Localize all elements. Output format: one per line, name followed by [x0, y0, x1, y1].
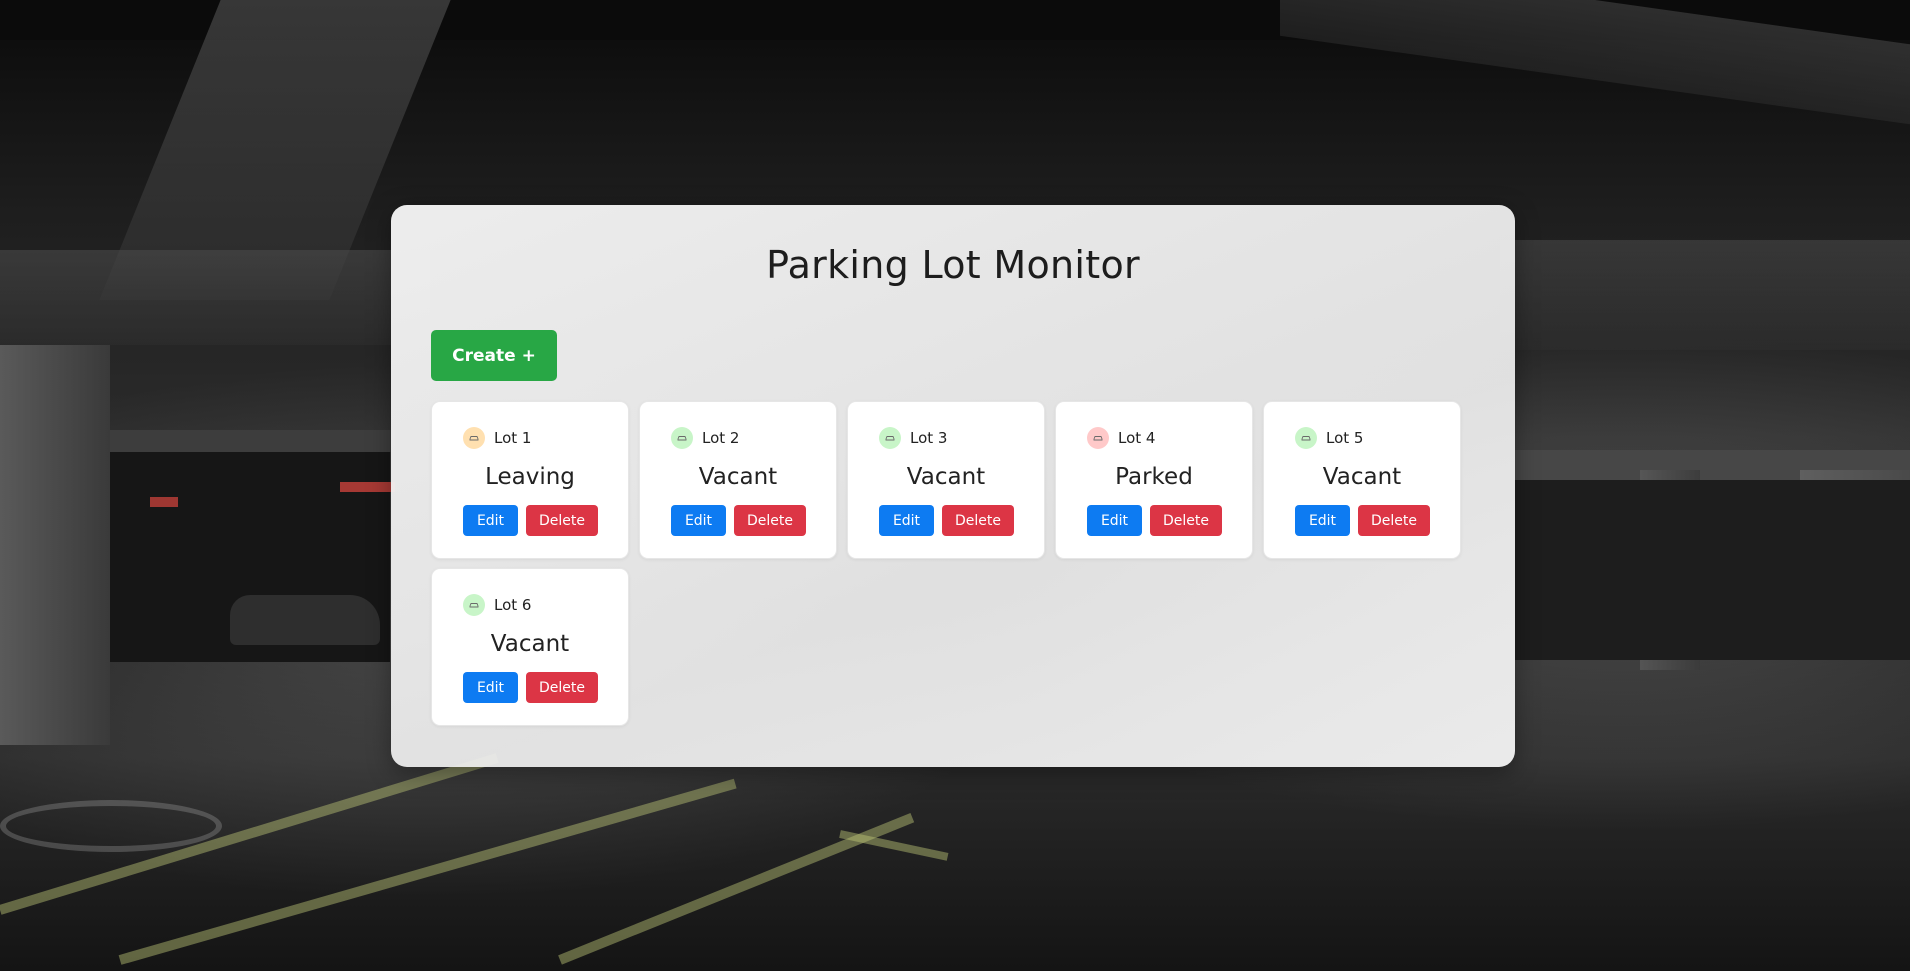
page-title: Parking Lot Monitor — [766, 243, 1140, 287]
car-icon — [1093, 436, 1103, 441]
lot-status: Parked — [1115, 464, 1193, 490]
car-icon — [469, 436, 479, 441]
status-indicator — [671, 427, 693, 449]
edit-button[interactable]: Edit — [1087, 505, 1142, 536]
delete-button[interactable]: Delete — [942, 505, 1014, 536]
edit-button[interactable]: Edit — [463, 505, 518, 536]
lot-card: Lot 1 Leaving Edit Delete — [431, 401, 629, 559]
lot-status: Vacant — [698, 464, 778, 490]
lot-header: Lot 1 — [463, 427, 531, 449]
car-icon — [1301, 436, 1311, 441]
edit-button[interactable]: Edit — [1295, 505, 1350, 536]
status-indicator — [1087, 427, 1109, 449]
lot-header: Lot 4 — [1087, 427, 1155, 449]
lot-status: Leaving — [485, 464, 575, 490]
car-icon — [469, 603, 479, 608]
lot-name: Lot 2 — [702, 429, 740, 447]
status-indicator — [879, 427, 901, 449]
lot-header: Lot 3 — [879, 427, 947, 449]
edit-button[interactable]: Edit — [879, 505, 934, 536]
lot-actions: Edit Delete — [1087, 505, 1222, 536]
car-icon — [885, 436, 895, 441]
lot-actions: Edit Delete — [463, 672, 598, 703]
lot-name: Lot 1 — [494, 429, 532, 447]
status-indicator — [463, 427, 485, 449]
lot-card: Lot 3 Vacant Edit Delete — [847, 401, 1045, 559]
lot-header: Lot 5 — [1295, 427, 1363, 449]
lot-grid: Lot 1 Leaving Edit Delete Lot 2 Vacant E… — [431, 401, 1471, 726]
lot-name: Lot 6 — [494, 596, 532, 614]
lot-name: Lot 4 — [1118, 429, 1156, 447]
lot-actions: Edit Delete — [1295, 505, 1430, 536]
lot-header: Lot 2 — [671, 427, 739, 449]
edit-button[interactable]: Edit — [671, 505, 726, 536]
lot-status: Vacant — [1322, 464, 1402, 490]
delete-button[interactable]: Delete — [734, 505, 806, 536]
lot-actions: Edit Delete — [463, 505, 598, 536]
delete-button[interactable]: Delete — [526, 505, 598, 536]
lot-actions: Edit Delete — [879, 505, 1014, 536]
lot-status: Vacant — [490, 631, 570, 657]
create-button[interactable]: Create + — [431, 330, 557, 381]
lot-name: Lot 3 — [910, 429, 948, 447]
status-indicator — [1295, 427, 1317, 449]
car-icon — [677, 436, 687, 441]
lot-card: Lot 5 Vacant Edit Delete — [1263, 401, 1461, 559]
delete-button[interactable]: Delete — [1150, 505, 1222, 536]
edit-button[interactable]: Edit — [463, 672, 518, 703]
lot-status: Vacant — [906, 464, 986, 490]
delete-button[interactable]: Delete — [1358, 505, 1430, 536]
status-indicator — [463, 594, 485, 616]
lot-actions: Edit Delete — [671, 505, 806, 536]
delete-button[interactable]: Delete — [526, 672, 598, 703]
lot-name: Lot 5 — [1326, 429, 1364, 447]
lot-card: Lot 6 Vacant Edit Delete — [431, 568, 629, 726]
lot-card: Lot 4 Parked Edit Delete — [1055, 401, 1253, 559]
lot-header: Lot 6 — [463, 594, 531, 616]
lot-card: Lot 2 Vacant Edit Delete — [639, 401, 837, 559]
main-panel: Parking Lot Monitor Create + Lot 1 Leavi… — [391, 205, 1515, 767]
